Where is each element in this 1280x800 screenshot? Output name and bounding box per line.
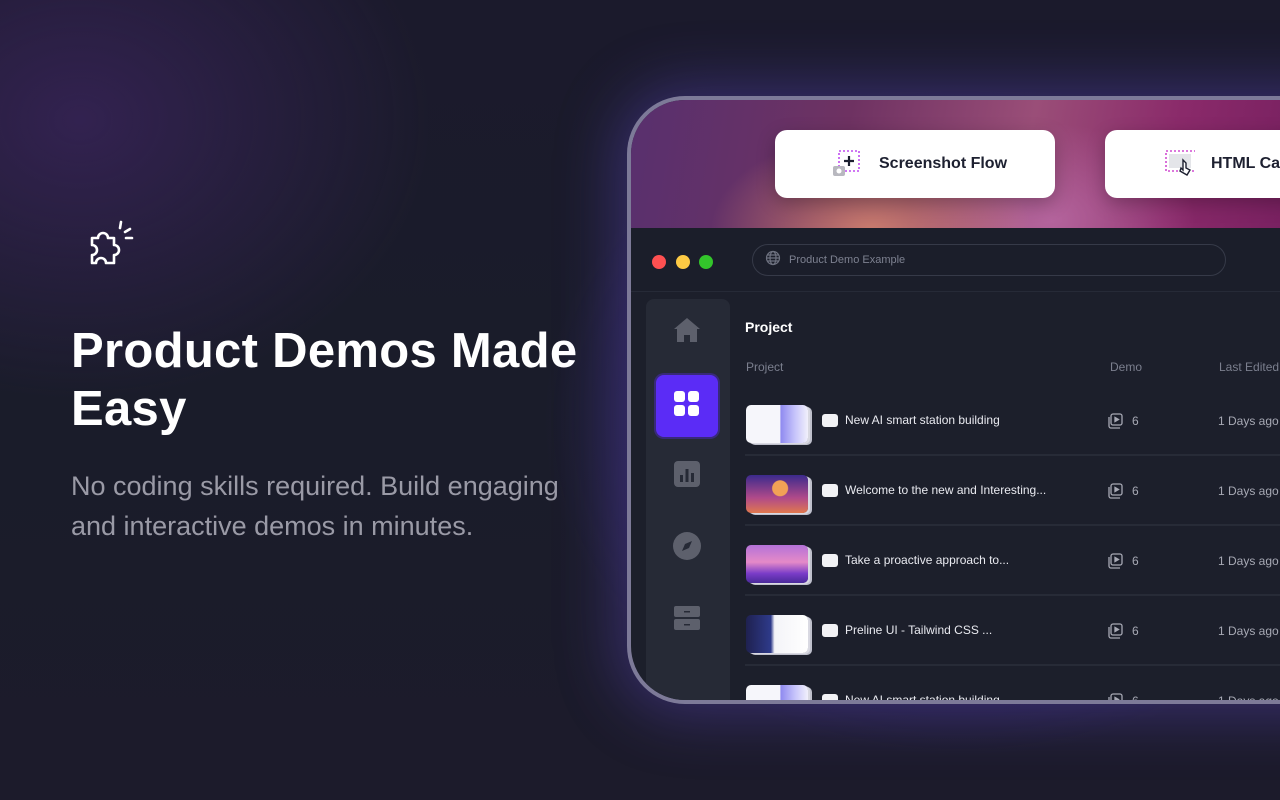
sidebar [646,299,730,700]
compass-icon [673,531,701,565]
maximize-window-button[interactable] [699,255,713,269]
flow-banner: Screenshot Flow HTML Ca [631,100,1280,228]
demo-count: 6 [1132,554,1139,568]
demo-count: 6 [1132,694,1139,704]
sidebar-item-analytics[interactable] [656,445,718,507]
demo-count: 6 [1132,484,1139,498]
project-type-icon [822,484,838,497]
hero-subtitle: No coding skills required. Build engagin… [71,471,559,541]
project-name[interactable]: Preline UI - Tailwind CSS ... [845,623,992,637]
project-thumbnail [746,685,808,700]
project-type-icon [822,694,838,700]
archive-drawer-icon [674,605,700,636]
screenshot-capture-icon [831,148,863,180]
url-bar[interactable]: Product Demo Example [752,244,1226,276]
project-thumbnail [746,615,808,653]
url-text: Product Demo Example [789,254,906,266]
page-title: Project [745,319,793,335]
hero-title: Product Demos Made Easy [71,324,578,436]
project-thumbnail [746,405,808,443]
demo-video-icon [1107,693,1123,700]
project-thumbnail [746,475,808,513]
window-titlebar: Product Demo Example [631,228,1280,292]
last-edited: 1 Days ago [1218,624,1279,638]
project-name[interactable]: Take a proactive approach to... [845,553,1009,567]
table-row[interactable]: New AI smart station building 6 1 Days a… [745,386,1280,456]
demo-video-icon [1107,483,1123,499]
project-type-icon [822,554,838,567]
puzzle-piece-sparkle-icon [80,218,138,276]
minimize-window-button[interactable] [676,255,690,269]
close-window-button[interactable] [652,255,666,269]
demo-count: 6 [1132,624,1139,638]
column-header-project[interactable]: Project [746,360,783,374]
column-header-demo[interactable]: Demo [1110,360,1142,374]
demo-count: 6 [1132,414,1139,428]
home-icon [672,316,702,349]
project-name[interactable]: New AI smart station building [845,413,1000,427]
project-name[interactable]: New AI smart station building [845,693,1000,700]
project-type-icon [822,414,838,427]
last-edited: 1 Days ago [1218,414,1279,428]
html-capture-button[interactable]: HTML Ca [1105,130,1280,198]
last-edited: 1 Days ago [1218,484,1279,498]
screenshot-flow-button[interactable]: Screenshot Flow [775,130,1055,198]
demo-video-icon [1107,413,1123,429]
sidebar-item-projects[interactable] [656,375,718,437]
demo-video-icon [1107,623,1123,639]
project-thumbnail [746,545,808,583]
sidebar-item-archive[interactable] [656,589,718,651]
table-row[interactable]: Preline UI - Tailwind CSS ... 6 1 Days a… [745,596,1280,666]
table-row[interactable]: New AI smart station building 6 1 Days a… [745,666,1280,704]
last-edited: 1 Days ago [1218,554,1279,568]
sidebar-item-explore[interactable] [656,517,718,579]
project-name[interactable]: Welcome to the new and Interesting... [845,483,1046,497]
html-capture-label: HTML Ca [1211,155,1280,172]
column-header-last-edited[interactable]: Last Edited [1219,360,1279,374]
app-preview-frame: Screenshot Flow HTML Ca Product Demo Exa… [627,96,1280,704]
project-type-icon [822,624,838,637]
globe-icon [765,250,781,271]
html-capture-pointer-icon [1163,148,1197,180]
last-edited: 1 Days ago [1218,694,1279,704]
sidebar-item-home[interactable] [656,301,718,363]
project-table: Project Project Demo Last Edited New AI … [745,299,1280,704]
table-row[interactable]: Welcome to the new and Interesting... 6 … [745,456,1280,526]
demo-video-icon [1107,553,1123,569]
table-row[interactable]: Take a proactive approach to... 6 1 Days… [745,526,1280,596]
bar-chart-icon [674,460,700,492]
screenshot-flow-label: Screenshot Flow [879,155,1008,172]
grid-icon [674,390,700,422]
